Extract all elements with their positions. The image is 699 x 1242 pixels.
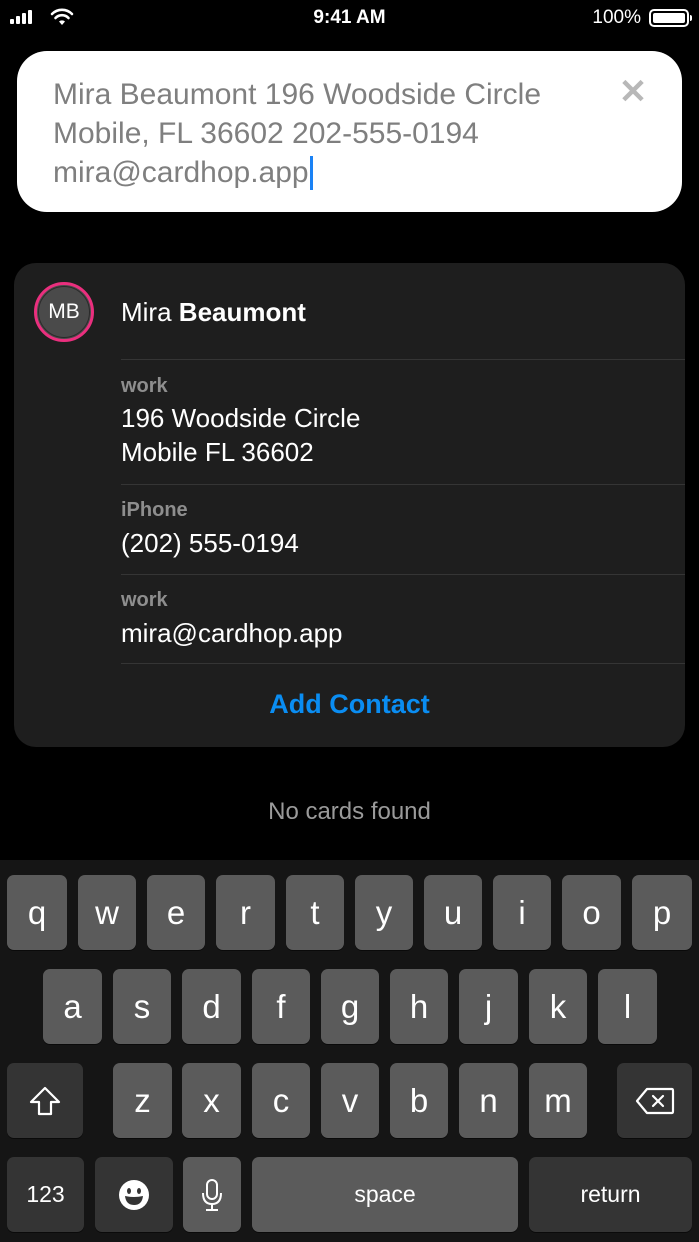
delete-key[interactable] bbox=[617, 1063, 692, 1138]
key-o[interactable]: o bbox=[562, 875, 621, 950]
address-label: work bbox=[121, 375, 168, 397]
email-label: work bbox=[121, 589, 168, 611]
status-bar: 9:41 AM 100% bbox=[0, 0, 699, 36]
key-l[interactable]: l bbox=[598, 969, 657, 1044]
key-y[interactable]: y bbox=[355, 875, 413, 950]
shift-icon bbox=[29, 1086, 61, 1115]
key-w[interactable]: w bbox=[78, 875, 136, 950]
keyboard: q w e r t y u i o p a s d f g h j k l z … bbox=[0, 860, 699, 1242]
key-v[interactable]: v bbox=[321, 1063, 379, 1138]
key-c[interactable]: c bbox=[252, 1063, 310, 1138]
key-g[interactable]: g bbox=[321, 969, 379, 1044]
key-r[interactable]: r bbox=[216, 875, 275, 950]
contact-card: MB Mira Beaumont work 196 Woodside Circl… bbox=[14, 263, 685, 747]
backspace-icon bbox=[635, 1087, 674, 1114]
avatar-initials: MB bbox=[48, 300, 80, 323]
address-value: 196 Woodside Circle Mobile FL 36602 bbox=[121, 403, 361, 467]
key-d[interactable]: d bbox=[182, 969, 241, 1044]
key-j[interactable]: j bbox=[459, 969, 518, 1044]
last-name: Beaumont bbox=[178, 297, 306, 327]
phone-label: iPhone bbox=[121, 499, 188, 521]
divider bbox=[121, 663, 685, 664]
email-value: mira@cardhop.app bbox=[121, 618, 343, 648]
key-i[interactable]: i bbox=[493, 875, 551, 950]
space-key[interactable]: space bbox=[252, 1157, 518, 1232]
empty-results-message: No cards found bbox=[268, 798, 431, 825]
divider bbox=[121, 359, 685, 360]
emoji-key[interactable] bbox=[95, 1157, 173, 1232]
key-p[interactable]: p bbox=[632, 875, 692, 950]
key-e[interactable]: e bbox=[147, 875, 205, 950]
divider bbox=[121, 574, 685, 575]
microphone-icon bbox=[202, 1178, 222, 1211]
return-key[interactable]: return bbox=[529, 1157, 692, 1232]
battery-icon bbox=[649, 9, 692, 27]
key-z[interactable]: z bbox=[113, 1063, 172, 1138]
key-f[interactable]: f bbox=[252, 969, 310, 1044]
numbers-key[interactable]: 123 bbox=[7, 1157, 84, 1232]
key-u[interactable]: u bbox=[424, 875, 482, 950]
shift-key[interactable] bbox=[7, 1063, 83, 1138]
key-m[interactable]: m bbox=[529, 1063, 587, 1138]
key-s[interactable]: s bbox=[113, 969, 171, 1044]
key-t[interactable]: t bbox=[286, 875, 344, 950]
contact-name: Mira Beaumont bbox=[121, 297, 306, 328]
battery-percent: 100% bbox=[592, 7, 641, 28]
key-k[interactable]: k bbox=[529, 969, 587, 1044]
emoji-icon bbox=[119, 1179, 149, 1210]
key-b[interactable]: b bbox=[390, 1063, 448, 1138]
avatar: MB bbox=[34, 282, 94, 342]
key-n[interactable]: n bbox=[459, 1063, 518, 1138]
add-contact-button[interactable]: Add Contact bbox=[14, 689, 685, 720]
search-input[interactable]: Mira Beaumont 196 Woodside Circle Mobile… bbox=[17, 51, 682, 212]
phone-value: (202) 555-0194 bbox=[121, 528, 299, 558]
first-name: Mira bbox=[121, 297, 172, 327]
key-h[interactable]: h bbox=[390, 969, 448, 1044]
dictation-key[interactable] bbox=[183, 1157, 241, 1232]
key-q[interactable]: q bbox=[7, 875, 67, 950]
key-a[interactable]: a bbox=[43, 969, 102, 1044]
divider bbox=[121, 484, 685, 485]
clear-icon[interactable]: ✕ bbox=[618, 75, 648, 109]
search-input-text[interactable]: Mira Beaumont 196 Woodside Circle Mobile… bbox=[53, 75, 613, 192]
text-caret bbox=[309, 156, 313, 190]
key-x[interactable]: x bbox=[182, 1063, 241, 1138]
